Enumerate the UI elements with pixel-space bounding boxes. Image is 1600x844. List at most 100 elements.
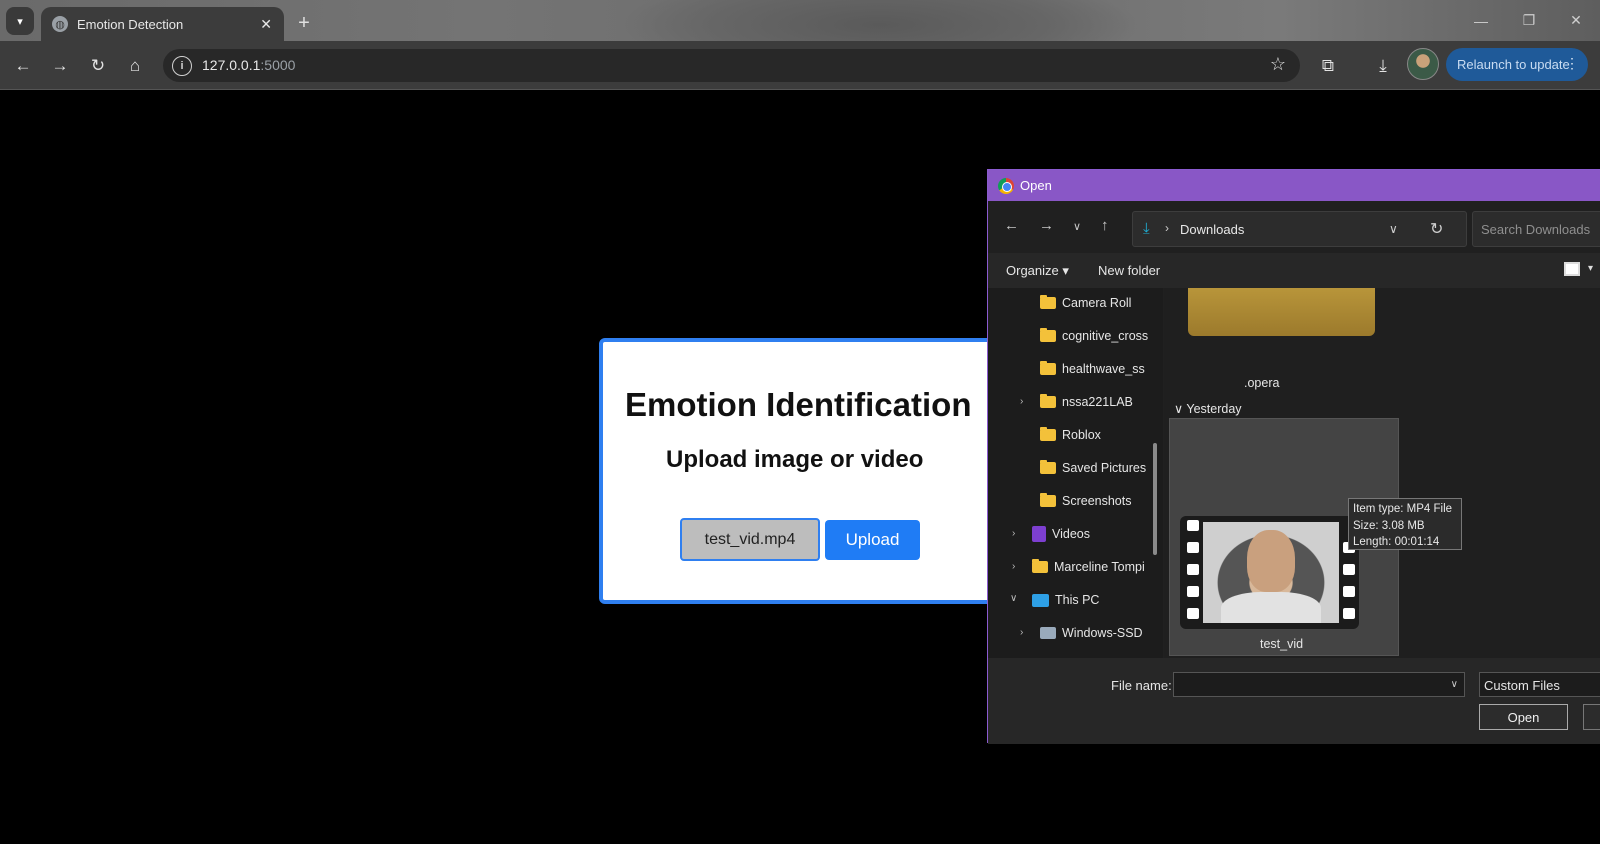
browser-toolbar: ← → ↻ ⌂ i 127.0.0.1:5000 ☆ ⧉ ⤓ [0,41,1600,90]
dialog-nav-bar: ← → ∨ ↑ ⤓ › Downloads ∨ ↻ Search Downloa… [988,201,1600,253]
folder-icon [1040,394,1056,408]
nav-item-videos[interactable]: Videos [1032,522,1090,546]
location-text[interactable]: Downloads [1180,222,1244,237]
video-thumbnail [1180,516,1359,629]
expand-chevron-icon[interactable]: › [1020,627,1023,638]
nav-scrollbar[interactable] [1153,443,1157,555]
nav-item-camera-roll[interactable]: Camera Roll [1040,291,1131,315]
face-image [1247,530,1295,592]
nav-item-label: Marceline Tompi [1054,560,1145,574]
site-info-icon[interactable]: i [172,56,192,76]
restore-button[interactable]: ❐ [1505,0,1553,41]
folder-icon [1040,295,1056,309]
file-item-label[interactable]: .opera [1244,376,1279,390]
open-file-dialog: Open ← → ∨ ↑ ⤓ › Downloads ∨ ↻ Search Do… [987,169,1600,744]
folder-icon [1040,493,1056,507]
relaunch-button[interactable]: Relaunch to update ⋮ [1446,48,1588,81]
file-name-label: File name: [1111,678,1172,693]
group-header-yesterday[interactable]: ∨ Yesterday [1174,401,1242,416]
computer-icon [1032,593,1049,607]
command-bar: Organize ▾ New folder ▾ [988,253,1600,288]
nav-item-label: Camera Roll [1062,296,1132,310]
new-tab-button[interactable]: + [291,10,317,36]
collapse-chevron-icon[interactable]: ∨ [1010,593,1017,604]
view-icon[interactable] [1564,262,1580,276]
file-select-button[interactable]: test_vid.mp4 [680,518,820,561]
search-input[interactable]: Search Downloads [1472,211,1600,247]
expand-chevron-icon[interactable]: › [1012,528,1015,539]
tab-emotion-detection[interactable]: ◍ Emotion Detection ✕ [41,7,284,41]
tab-search-button[interactable]: ▾ [6,7,34,35]
new-folder-button[interactable]: New folder [1098,263,1160,278]
nav-item-nssa221lab[interactable]: nssa221LAB [1040,390,1133,414]
breadcrumb-chevron-icon: › [1165,221,1169,235]
refresh-icon[interactable]: ↻ [1430,219,1443,239]
film-hole [1343,564,1355,575]
nav-item-label: Saved Pictures [1062,461,1147,475]
up-arrow-icon[interactable]: ↑ [1101,217,1109,234]
nav-item-windows-ssd[interactable]: Windows-SSD [1040,621,1143,645]
nav-item-label: healthwave_ss [1062,362,1145,376]
back-arrow-icon[interactable]: ← [1004,217,1019,234]
forward-arrow-icon[interactable]: → [47,53,73,79]
folder-icon [1040,328,1056,342]
bookmark-star-icon[interactable]: ☆ [1270,54,1286,75]
close-window-button[interactable]: ✕ [1552,0,1600,41]
tooltip-length: Length: 00:01:14 [1353,536,1440,548]
download-folder-icon: ⤓ [1143,220,1150,237]
nav-item-label: Roblox [1062,428,1101,442]
recent-dropdown-icon[interactable]: ∨ [1073,220,1081,233]
nav-item-screenshots[interactable]: Screenshots [1040,489,1131,513]
extensions-icon[interactable]: ⧉ [1315,53,1341,79]
film-hole [1343,608,1355,619]
upload-card: Emotion Identification Upload image or v… [599,338,1029,604]
chevron-down-icon[interactable]: ∨ [1389,222,1398,236]
file-tooltip: Item type: MP4 File Size: 3.08 MB Length… [1348,498,1462,550]
file-name-field[interactable]: ∨ [1173,672,1465,697]
back-arrow-icon[interactable]: ← [10,53,36,79]
minimize-button[interactable]: — [1457,0,1505,41]
drive-icon [1040,627,1056,639]
home-icon[interactable]: ⌂ [122,53,148,79]
profile-avatar[interactable] [1407,48,1439,80]
cancel-button[interactable] [1583,704,1600,730]
nav-item-label: This PC [1055,593,1100,607]
nav-item-roblox[interactable]: Roblox [1040,423,1101,447]
menu-dots-icon[interactable]: ⋮ [1565,55,1579,72]
folder-thumbnail[interactable] [1188,288,1375,336]
film-hole [1187,608,1199,619]
url-text[interactable]: 127.0.0.1:5000 [202,57,295,73]
dialog-footer: File name: ∨ Custom Files Open [988,658,1600,744]
upload-button[interactable]: Upload [825,520,920,560]
globe-icon: ◍ [52,16,68,32]
location-bar[interactable]: ⤓ › Downloads ∨ ↻ [1132,211,1467,247]
nav-item-label: nssa221LAB [1062,395,1133,409]
tab-close-icon[interactable]: ✕ [260,16,272,33]
group-label: Yesterday [1186,402,1242,416]
relaunch-label: Relaunch to update [1457,57,1570,72]
view-dropdown-icon[interactable]: ▾ [1588,263,1593,274]
file-type-select[interactable]: Custom Files [1479,672,1600,697]
expand-chevron-icon[interactable]: › [1020,396,1023,407]
nav-item-label: cognitive_cross [1062,329,1149,343]
chrome-logo-icon [998,177,1014,194]
open-button[interactable]: Open [1479,704,1568,730]
nav-item-cognitive-cross[interactable]: cognitive_cross [1040,324,1148,348]
page-subtitle: Upload image or video [666,446,924,473]
organize-button[interactable]: Organize ▾ [1006,263,1069,279]
nav-item-user-folder[interactable]: Marceline Tompi [1032,555,1145,579]
address-bar[interactable]: i 127.0.0.1:5000 ☆ [163,49,1300,82]
tab-strip: ▾ ◍ Emotion Detection ✕ + — ❐ ✕ [0,0,1600,80]
nav-item-healthwave-ss[interactable]: healthwave_ss [1040,357,1145,381]
expand-chevron-icon[interactable]: › [1012,561,1015,572]
nav-item-label: Videos [1052,527,1090,541]
nav-item-saved-pictures[interactable]: Saved Pictures [1040,456,1146,480]
download-icon[interactable]: ⤓ [1370,53,1396,79]
film-hole [1187,586,1199,597]
forward-arrow-icon[interactable]: → [1039,217,1054,234]
navigation-pane: Camera Roll cognitive_cross healthwave_s… [988,288,1163,658]
tab-title: Emotion Detection [77,16,184,32]
chevron-down-icon[interactable]: ∨ [1451,679,1458,690]
nav-item-this-pc[interactable]: This PC [1032,588,1099,612]
reload-icon[interactable]: ↻ [85,53,111,79]
